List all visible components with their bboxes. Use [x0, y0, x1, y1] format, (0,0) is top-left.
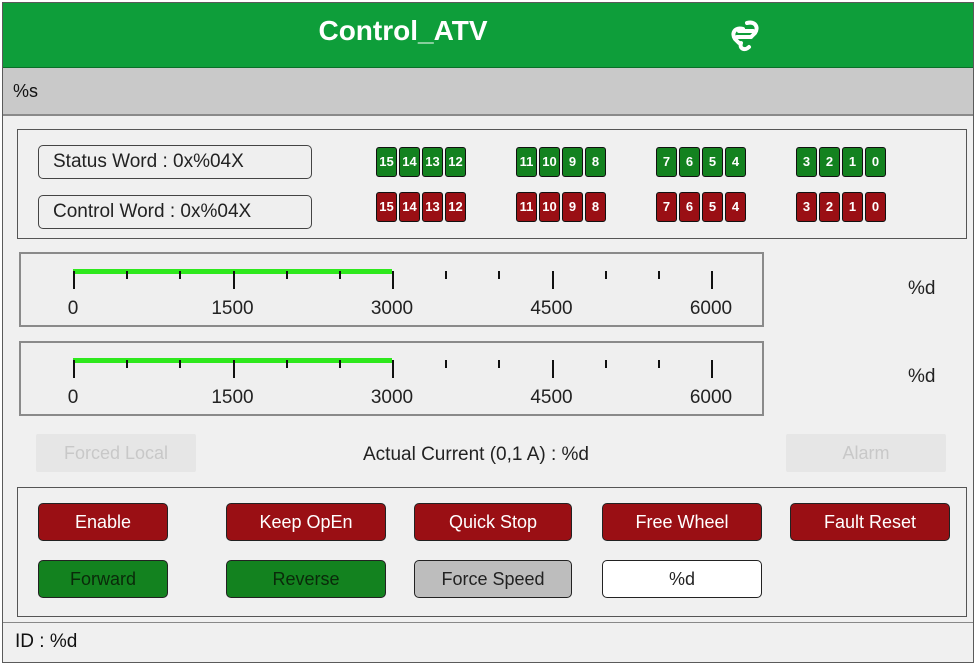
gauge-tick-label: 6000 — [689, 387, 733, 408]
gauge-major-tick — [711, 360, 713, 378]
actual-current-readout: Actual Current (0,1 A) : %d — [363, 444, 589, 465]
gauge-major-tick — [392, 271, 394, 289]
forward-button[interactable]: Forward — [38, 560, 168, 598]
control-bit-9: 9 — [562, 192, 583, 222]
control-bit-10: 10 — [539, 192, 560, 222]
status-bit-10: 10 — [539, 147, 560, 177]
enable-button[interactable]: Enable — [38, 503, 168, 541]
gauge-minor-tick — [445, 271, 448, 279]
gauge-tick-label: 1500 — [211, 387, 254, 408]
status-word-button[interactable]: Status Word : 0x%04X — [38, 145, 312, 179]
control-bit-13: 13 — [422, 192, 443, 222]
control-bit-8: 8 — [585, 192, 606, 222]
title-bar: Control_ATV — [3, 3, 973, 68]
status-line: %s — [3, 68, 973, 116]
gauge-minor-tick — [285, 360, 288, 368]
control-bit-3: 3 — [796, 192, 817, 222]
status-bit-9: 9 — [562, 147, 583, 177]
gauge-minor-tick — [498, 360, 501, 368]
control-atv-window: Control_ATV %s Status Word : 0x%04X Cont… — [2, 2, 974, 663]
gauge-minor-tick — [126, 360, 129, 368]
control-bit-11: 11 — [516, 192, 537, 222]
status-bit-4: 4 — [725, 147, 746, 177]
control-bit-4: 4 — [725, 192, 746, 222]
gauge-major-tick — [73, 360, 75, 378]
gauge-tick-label: 3000 — [370, 387, 414, 408]
keep-open-button[interactable]: Keep OpEn — [226, 503, 386, 541]
status-line-text: %s — [13, 81, 39, 101]
window-title: Control_ATV — [318, 15, 488, 46]
device-id: ID : %d — [15, 631, 78, 652]
gauge-minor-tick — [498, 271, 501, 279]
status-bit-2: 2 — [819, 147, 840, 177]
speed-gauge: 0 1500 3000 4500 6000 — [19, 252, 764, 327]
commands-panel: Enable Keep OpEn Quick Stop Free Wheel Fault… — [17, 487, 967, 617]
gauge-minor-tick — [338, 360, 341, 368]
gauge-minor-tick — [285, 271, 288, 279]
control-word-button[interactable]: Control Word : 0x%04X — [38, 195, 312, 229]
status-bit-7: 7 — [656, 147, 677, 177]
gauge-tick-label: 1500 — [211, 298, 254, 319]
reference-readout: %d — [908, 366, 936, 387]
control-bit-2: 2 — [819, 192, 840, 222]
gauge-major-tick — [711, 271, 713, 289]
status-bit-0: 0 — [865, 147, 886, 177]
gauge-major-tick — [392, 360, 394, 378]
reference-gauge: 0 1500 3000 4500 6000 — [19, 341, 764, 416]
control-bit-0: 0 — [865, 192, 886, 222]
gauge-minor-tick — [657, 360, 660, 368]
control-bit-6: 6 — [679, 192, 700, 222]
status-bit-3: 3 — [796, 147, 817, 177]
gauge-major-tick — [73, 271, 75, 289]
free-wheel-button[interactable]: Free Wheel — [602, 503, 762, 541]
control-bit-15: 15 — [376, 192, 397, 222]
gauge-minor-tick — [179, 360, 182, 368]
gauge-minor-tick — [657, 271, 660, 279]
forced-local-indicator: Forced Local — [36, 434, 196, 472]
gauge-minor-tick — [179, 271, 182, 279]
speed-input[interactable]: %d — [602, 560, 762, 598]
alarm-indicator: Alarm — [786, 434, 946, 472]
gauge-tick-label: 3000 — [370, 298, 414, 319]
status-bit-14: 14 — [399, 147, 420, 177]
status-bit-15: 15 — [376, 147, 397, 177]
control-bit-12: 12 — [445, 192, 466, 222]
fault-reset-button[interactable]: Fault Reset — [790, 503, 950, 541]
gauge-major-tick — [551, 271, 554, 289]
quick-stop-button[interactable]: Quick Stop — [414, 503, 572, 541]
gauge-tick-label: 6000 — [689, 298, 733, 319]
status-bit-12: 12 — [445, 147, 466, 177]
control-bit-1: 1 — [842, 192, 863, 222]
gauge-major-tick — [232, 271, 235, 289]
status-bit-5: 5 — [702, 147, 723, 177]
control-bit-7: 7 — [656, 192, 677, 222]
gauge-tick-label: 4500 — [530, 387, 573, 408]
gauge-major-tick — [232, 360, 235, 378]
control-bit-14: 14 — [399, 192, 420, 222]
status-bit-1: 1 — [842, 147, 863, 177]
status-bit-6: 6 — [679, 147, 700, 177]
footer: ID : %d — [3, 622, 973, 662]
gauge-major-tick — [551, 360, 554, 378]
link-icon — [731, 20, 759, 52]
gauge-tick-label: 0 — [67, 298, 79, 319]
status-bit-8: 8 — [585, 147, 606, 177]
status-bit-11: 11 — [516, 147, 537, 177]
reverse-button[interactable]: Reverse — [226, 560, 386, 598]
gauge-minor-tick — [338, 271, 341, 279]
speed-readout: %d — [908, 278, 936, 299]
control-bit-5: 5 — [702, 192, 723, 222]
gauge-minor-tick — [604, 271, 607, 279]
gauge-minor-tick — [604, 360, 607, 368]
gauge-minor-tick — [445, 360, 448, 368]
force-speed-button[interactable]: Force Speed — [414, 560, 572, 598]
status-bit-13: 13 — [422, 147, 443, 177]
words-panel: Status Word : 0x%04X Control Word : 0x%0… — [17, 129, 967, 239]
gauge-minor-tick — [126, 271, 129, 279]
gauge-tick-label: 0 — [67, 387, 79, 408]
gauge-tick-label: 4500 — [530, 298, 573, 319]
